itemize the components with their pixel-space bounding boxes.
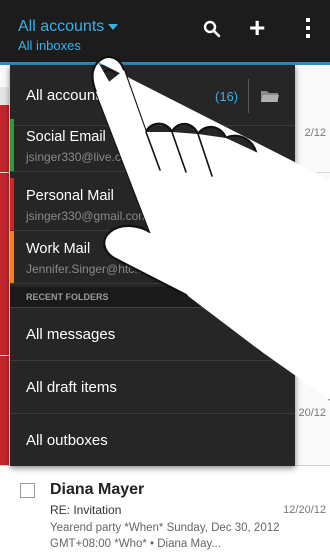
email-app-screen: 2/12 21/12 20/12 Diana Mayer RE: Invitat… (0, 0, 330, 557)
account-email: jsinger330@gmail.com (26, 209, 149, 223)
account-name: Work Mail (26, 241, 91, 257)
unread-count: (16) (262, 328, 286, 343)
account-name: Social Email (26, 129, 106, 145)
dropdown-item-folder[interactable]: All draft items (10, 361, 295, 414)
account-color-bar (10, 231, 14, 283)
folder-label: All messages (26, 326, 116, 343)
account-name: Personal Mail (26, 188, 114, 204)
account-color-bar (10, 178, 14, 230)
folder-label: All outboxes (26, 432, 108, 449)
email-date: 2/12 (304, 127, 326, 139)
section-header-label: RECENT FOLDERS (26, 292, 109, 302)
email-date: 21/12 (298, 318, 326, 330)
account-color-bar (10, 119, 14, 171)
dropdown-item-all-accounts[interactable]: All accounts (16) (10, 65, 295, 126)
dropdown-item-folder[interactable]: All messages (16) (10, 308, 295, 361)
email-preview: Yearend party *When* Sunday, Dec 30, 201… (50, 522, 280, 550)
add-icon[interactable]: + (249, 14, 265, 42)
unread-count: (16) (215, 89, 239, 104)
inbox-selector[interactable]: All inboxes (18, 38, 81, 53)
email-date: 12/20/12 (283, 504, 326, 516)
recent-folders-header: RECENT FOLDERS (10, 287, 295, 308)
account-dropdown: All accounts (16) Social Email jsinger33… (10, 65, 295, 466)
email-sender: Diana Mayer (50, 481, 145, 498)
dropdown-item-folder[interactable]: All outboxes (10, 414, 295, 466)
dropdown-item-account[interactable]: Work Mail Jennifer.Singer@htc.com (10, 231, 295, 284)
folder-label: All draft items (26, 379, 117, 396)
email-item[interactable]: Diana Mayer RE: Invitation 12/20/12 Year… (0, 465, 330, 557)
email-date: 20/12 (298, 407, 326, 419)
divider (248, 79, 249, 113)
email-subject: RE: Invitation (50, 503, 122, 517)
dropdown-item-account[interactable]: Personal Mail jsinger330@gmail.com (10, 178, 295, 231)
action-bar: All accounts All inboxes + (0, 0, 330, 62)
select-checkbox[interactable] (20, 483, 35, 498)
dropdown-item-account[interactable]: Social Email jsinger330@live.com (10, 119, 295, 172)
overflow-menu-icon[interactable] (305, 18, 311, 42)
search-icon[interactable] (203, 20, 221, 43)
account-email: Jennifer.Singer@htc.com (26, 262, 161, 276)
folder-icon[interactable] (260, 89, 280, 108)
dropdown-item-label: All accounts (26, 87, 107, 104)
dropdown-caret-icon (108, 23, 119, 30)
account-selector-label: All accounts (18, 18, 105, 35)
account-selector[interactable]: All accounts (18, 18, 119, 36)
account-email: jsinger330@live.com (26, 150, 138, 164)
